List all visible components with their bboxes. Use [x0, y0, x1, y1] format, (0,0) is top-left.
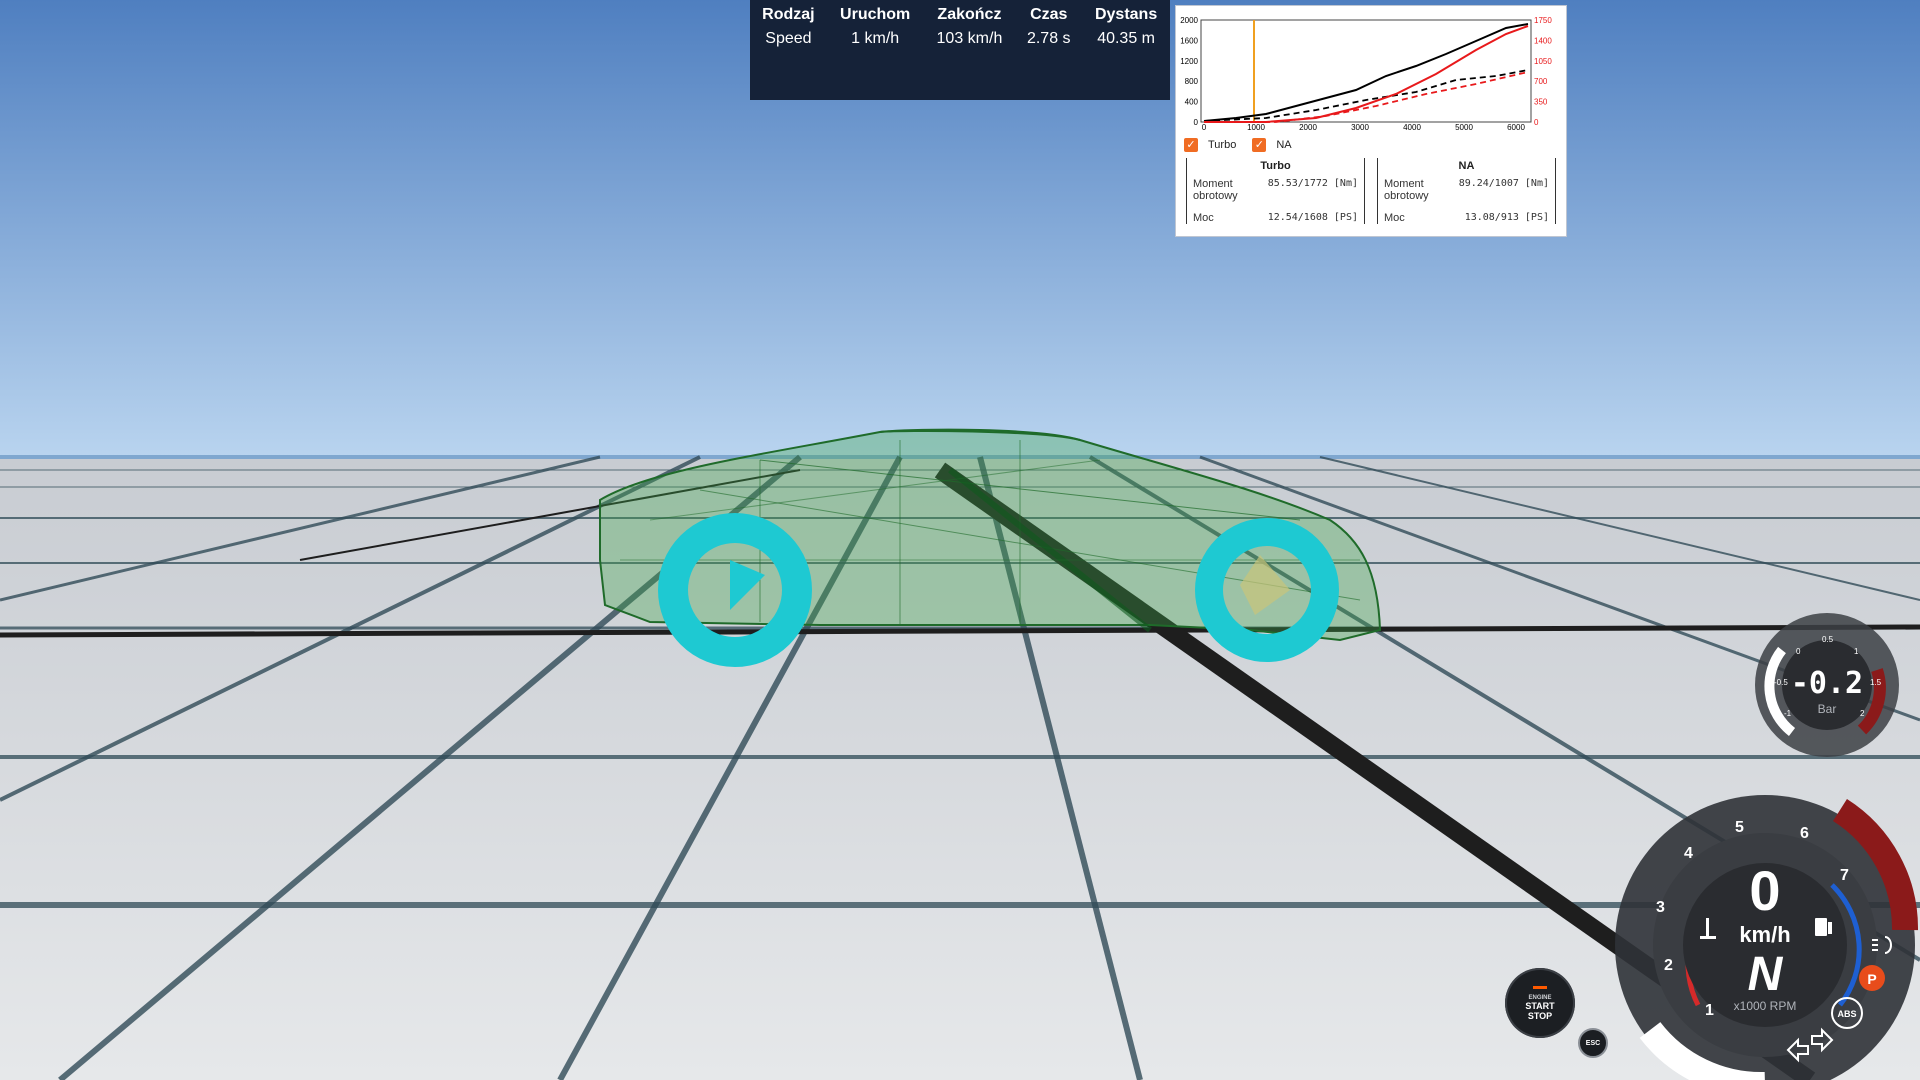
parking-brake-icon: P	[1859, 965, 1885, 991]
rpm-tick-6: 6	[1800, 825, 1809, 842]
turbo-power-label: Moc	[1193, 212, 1214, 224]
col-header-distance: Dystans	[1094, 6, 1158, 23]
abs-label: ABS	[1837, 1009, 1856, 1019]
cell-start: 1 km/h	[851, 30, 900, 47]
dyno-y-right-tick: 1050	[1534, 57, 1552, 66]
boost-tick-05: 0.5	[1822, 635, 1834, 644]
boost-value: -0.2	[1791, 666, 1863, 701]
speed-unit: km/h	[1739, 922, 1790, 947]
speed-value: 0	[1749, 859, 1780, 922]
engine-status-light	[1533, 985, 1547, 989]
boost-tick-2: 2	[1860, 709, 1865, 718]
dyno-y-left-tick: 800	[1185, 77, 1199, 86]
na-torque-row: Moment obrotowy 89.24/1007 [Nm]	[1384, 178, 1549, 202]
rpm-label: x1000 RPM	[1734, 999, 1797, 1013]
turbo-power-row: Moc 12.54/1608 [PS]	[1193, 212, 1358, 224]
turbo-torque-value: 85.53/1772 [Nm]	[1267, 178, 1358, 189]
engine-start-stop-button[interactable]: ENGINE START STOP	[1505, 968, 1575, 1038]
na-power-label: Moc	[1384, 212, 1405, 224]
dyno-y-right-tick: 0	[1534, 118, 1539, 127]
dyno-x-tick: 5000	[1455, 123, 1473, 131]
turbo-torque-row: Moment obrotowy 85.53/1772 [Nm]	[1193, 178, 1358, 202]
turbo-stats: Turbo Moment obrotowy 85.53/1772 [Nm] Mo…	[1186, 158, 1365, 224]
na-stats: NA Moment obrotowy 89.24/1007 [Nm] Moc 1…	[1377, 158, 1556, 224]
cell-time: 2.78 s	[1026, 30, 1071, 47]
gear-indicator: N	[1748, 948, 1784, 1001]
dyno-legend: ✓ Turbo ✓ NA	[1184, 138, 1292, 152]
na-torque-label: Moment obrotowy	[1384, 178, 1429, 202]
boost-gauge: -0.2 Bar -1 -0.5 0 0.5 1 1.5 2	[1755, 613, 1899, 757]
turbo-checkbox[interactable]: ✓	[1184, 138, 1198, 152]
turbo-torque-label: Moment obrotowy	[1193, 178, 1238, 202]
results-header-row: Rodzaj Uruchom Zakończ Czas Dystans	[750, 0, 1170, 26]
na-power-row: Moc 13.08/913 [PS]	[1384, 212, 1549, 224]
dyno-y-right-tick: 350	[1534, 98, 1548, 107]
cell-distance: 40.35 m	[1097, 30, 1155, 47]
dyno-y-left-tick: 2000	[1180, 16, 1198, 25]
na-torque-value: 89.24/1007 [Nm]	[1458, 178, 1549, 189]
col-header-end: Zakończ	[937, 6, 1002, 23]
legend-na-label: NA	[1276, 139, 1292, 151]
dyno-y-left-tick: 1200	[1180, 57, 1198, 66]
dyno-stats: Turbo Moment obrotowy 85.53/1772 [Nm] Mo…	[1186, 158, 1556, 224]
rpm-tick-5: 5	[1735, 819, 1744, 836]
dyno-panel: 0 400 800 1200 1600 2000 0 350 700 1050 1400 1750 0 1…	[1175, 5, 1567, 237]
rpm-tick-7: 7	[1840, 867, 1849, 884]
turbo-stats-title: Turbo	[1260, 160, 1291, 172]
legend-turbo[interactable]: ✓ Turbo	[1184, 138, 1236, 152]
parking-brake-label: P	[1867, 971, 1876, 987]
na-checkbox[interactable]: ✓	[1252, 138, 1267, 152]
rpm-tick-4: 4	[1684, 845, 1693, 862]
dyno-x-tick: 2000	[1299, 123, 1317, 131]
turbo-power-value: 12.54/1608 [PS]	[1267, 212, 1358, 223]
results-table: Rodzaj Uruchom Zakończ Czas Dystans Spee…	[750, 0, 1170, 52]
dyno-chart: 0 400 800 1200 1600 2000 0 350 700 1050 1400 1750 0 1…	[1180, 16, 1552, 132]
na-power-value: 13.08/913 [PS]	[1464, 212, 1549, 223]
cell-type: Speed	[765, 30, 812, 47]
esc-label: ESC	[1585, 1039, 1601, 1047]
speedometer-cluster: 1 2 3 4 5 6 7 0 km/h N x1000 RPM P ABS	[1615, 795, 1919, 1080]
dyno-x-tick: 1000	[1247, 123, 1265, 131]
cell-end: 103 km/h	[936, 30, 1003, 47]
stop-label: STOP	[1527, 1010, 1553, 1021]
dyno-y-right-tick: 1750	[1534, 16, 1552, 25]
dyno-x-tick: 4000	[1403, 123, 1421, 131]
start-label: START	[1525, 1000, 1555, 1011]
boost-tick-neg1: -1	[1784, 709, 1792, 718]
boost-unit: Bar	[1818, 702, 1837, 716]
legend-na[interactable]: ✓ NA	[1252, 138, 1292, 152]
dyno-x-tick: 0	[1202, 123, 1207, 131]
rpm-tick-1: 1	[1705, 1002, 1714, 1019]
esc-button[interactable]: ESC	[1578, 1028, 1608, 1058]
run-results-panel: Rodzaj Uruchom Zakończ Czas Dystans Spee…	[750, 0, 1170, 100]
results-row: Speed 1 km/h 103 km/h 2.78 s 40.35 m	[750, 26, 1170, 52]
dyno-x-tick: 3000	[1351, 123, 1369, 131]
dyno-y-right-tick: 700	[1534, 77, 1548, 86]
boost-tick-1: 1	[1854, 647, 1859, 656]
rpm-tick-2: 2	[1664, 957, 1673, 974]
dyno-y-left-tick: 0	[1194, 118, 1199, 127]
boost-tick-0: 0	[1796, 647, 1801, 656]
dyno-y-left-tick: 1600	[1180, 36, 1198, 45]
col-header-type: Rodzaj	[762, 6, 815, 23]
na-stats-title: NA	[1458, 160, 1475, 172]
boost-tick-15: 1.5	[1870, 678, 1882, 687]
dyno-y-right-tick: 1400	[1534, 36, 1552, 45]
rpm-tick-3: 3	[1656, 899, 1665, 916]
dyno-x-tick: 6000	[1507, 123, 1525, 131]
col-header-start: Uruchom	[840, 6, 911, 23]
dyno-y-left-tick: 400	[1185, 98, 1199, 107]
legend-turbo-label: Turbo	[1208, 139, 1237, 151]
boost-tick-neg05: -0.5	[1774, 678, 1788, 687]
col-header-time: Czas	[1030, 6, 1068, 23]
